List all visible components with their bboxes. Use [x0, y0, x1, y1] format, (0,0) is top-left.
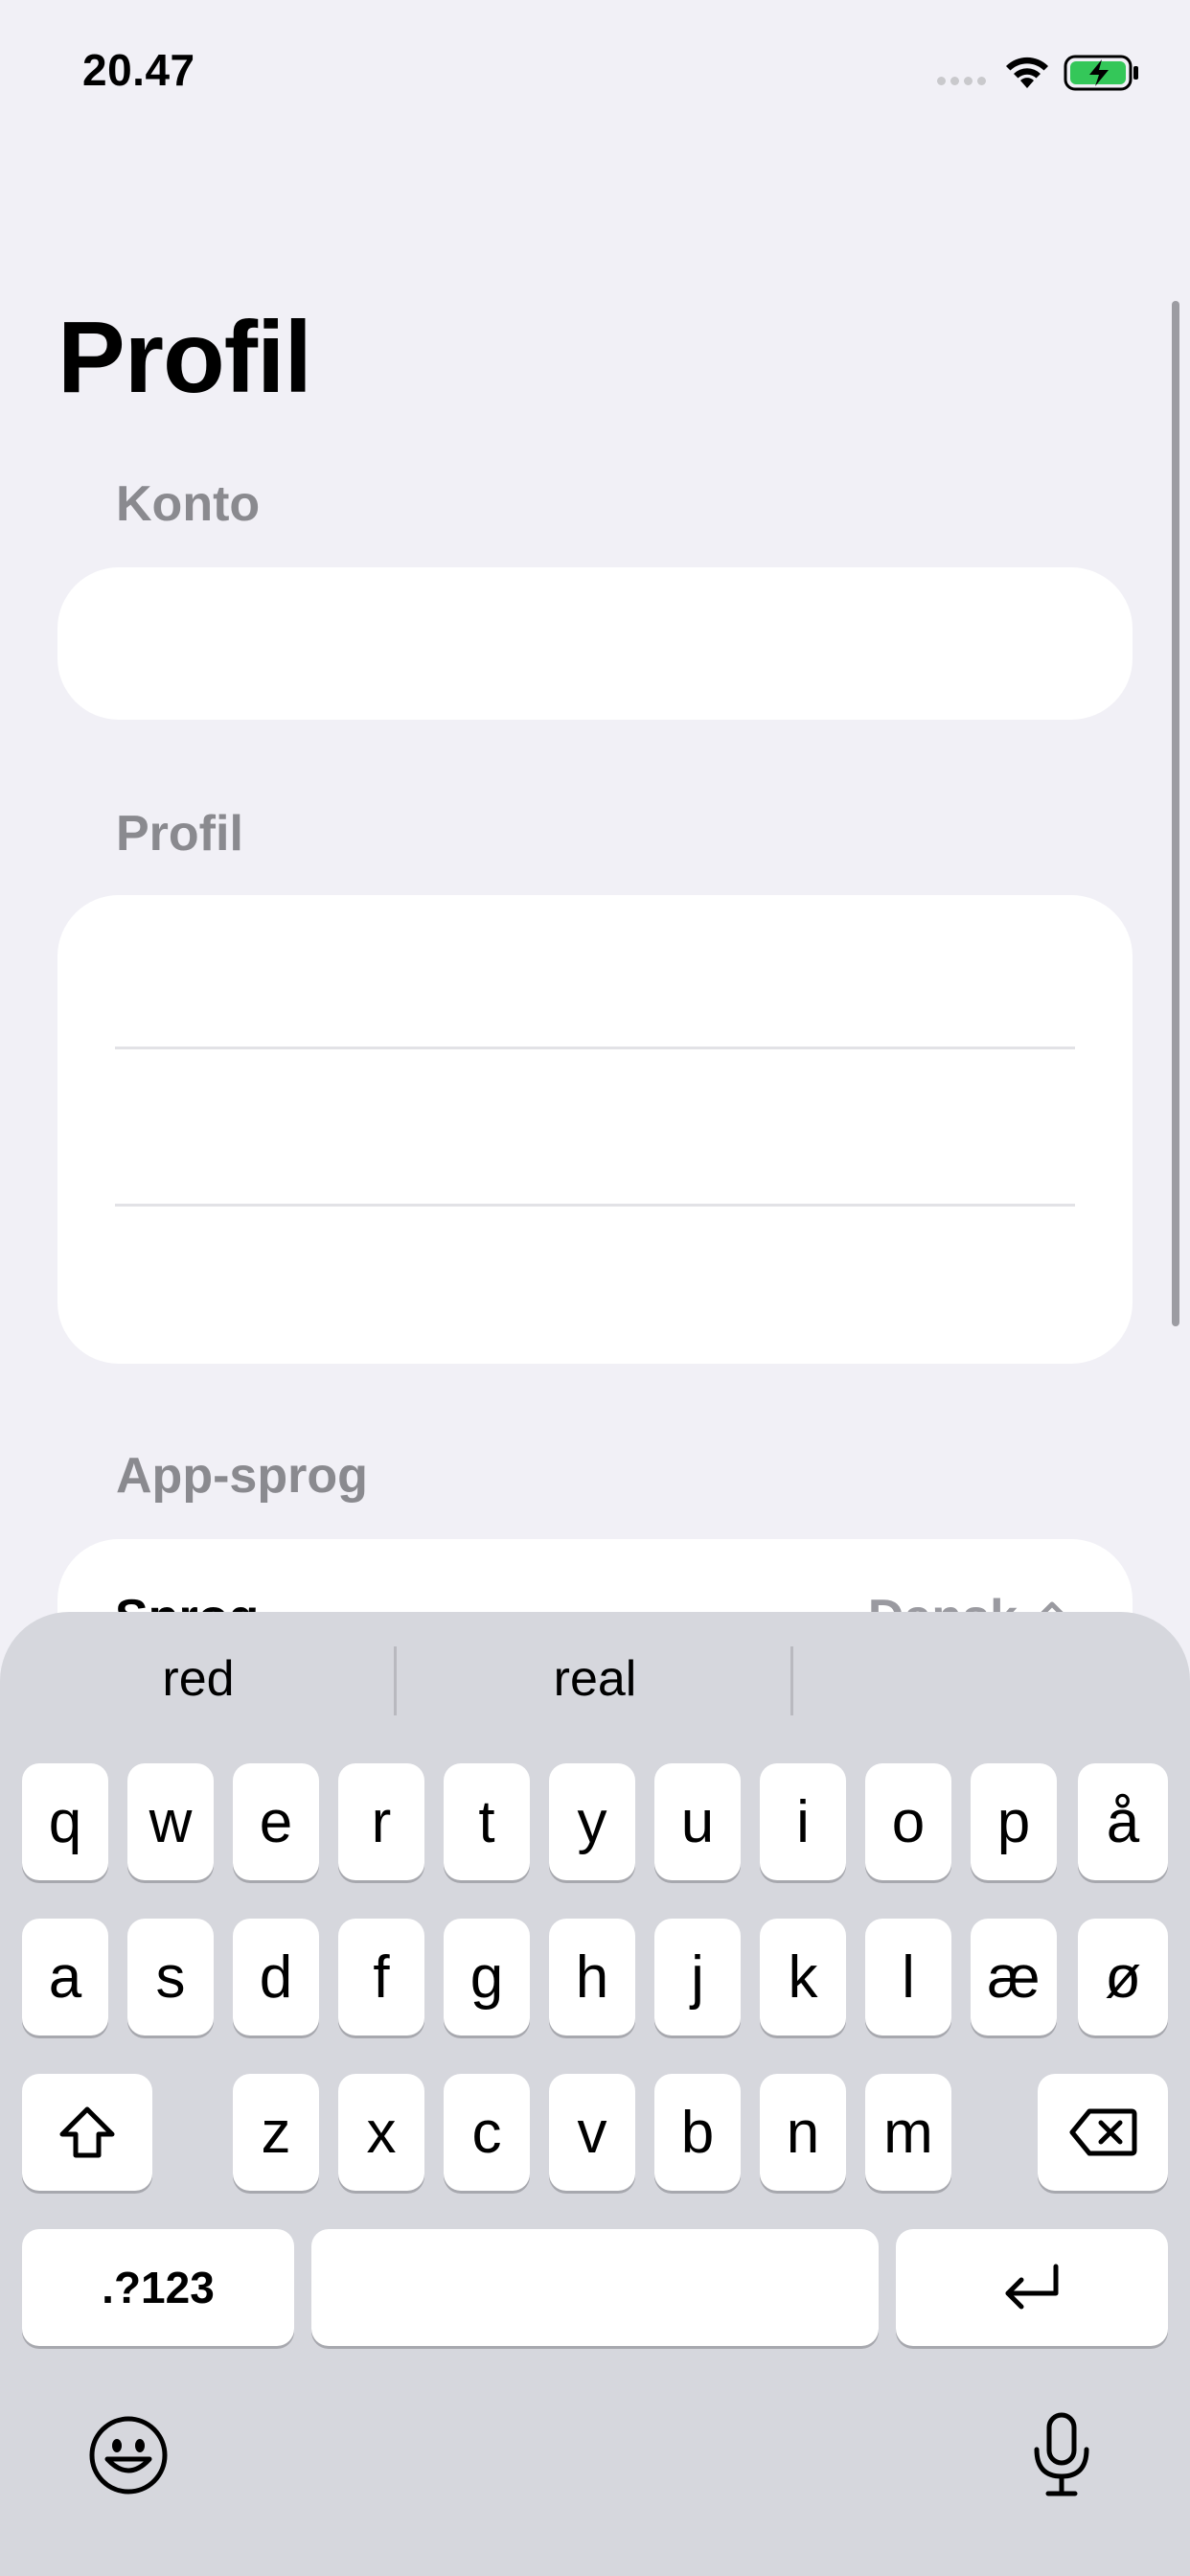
cellular-signal-icon — [937, 77, 986, 85]
key-k[interactable]: k — [760, 1919, 846, 2036]
battery-charging-icon — [1064, 55, 1138, 91]
key-l[interactable]: l — [865, 1919, 951, 2036]
key-aa[interactable]: å — [1078, 1763, 1168, 1880]
key-r[interactable]: r — [338, 1763, 424, 1880]
section-header-account: Konto — [116, 476, 261, 532]
key-s[interactable]: s — [127, 1919, 214, 2036]
shift-icon — [59, 2106, 115, 2158]
key-x[interactable]: x — [338, 2074, 424, 2191]
key-q[interactable]: q — [22, 1763, 108, 1880]
key-i[interactable]: i — [760, 1763, 846, 1880]
wifi-icon — [1006, 57, 1048, 88]
key-o[interactable]: o — [865, 1763, 951, 1880]
profile-card — [57, 895, 1133, 1364]
key-z[interactable]: z — [233, 2074, 319, 2191]
key-p[interactable]: p — [971, 1763, 1057, 1880]
row-separator — [115, 1204, 1075, 1207]
key-b[interactable]: b — [654, 2074, 741, 2191]
key-t[interactable]: t — [444, 1763, 530, 1880]
suggestion-divider — [790, 1646, 793, 1715]
suggestion-bar: red real — [0, 1612, 1190, 1746]
scroll-indicator[interactable] — [1172, 301, 1179, 1326]
suggestion-item[interactable]: red — [0, 1650, 397, 1708]
key-w[interactable]: w — [127, 1763, 214, 1880]
key-m[interactable]: m — [865, 2074, 951, 2191]
section-header-profile: Profil — [116, 806, 243, 862]
status-time: 20.47 — [82, 45, 195, 95]
space-key[interactable] — [311, 2229, 879, 2346]
delete-icon — [1069, 2108, 1137, 2156]
page-title: Profil — [57, 301, 312, 414]
key-u[interactable]: u — [654, 1763, 741, 1880]
key-f[interactable]: f — [338, 1919, 424, 2036]
key-e[interactable]: e — [233, 1763, 319, 1880]
numbers-key[interactable]: .?123 — [22, 2229, 294, 2346]
key-c[interactable]: c — [444, 2074, 530, 2191]
delete-key[interactable] — [1038, 2074, 1168, 2191]
key-oe[interactable]: ø — [1078, 1919, 1168, 2036]
key-j[interactable]: j — [654, 1919, 741, 2036]
key-g[interactable]: g — [444, 1919, 530, 2036]
row-separator — [115, 1046, 1075, 1049]
key-v[interactable]: v — [549, 2074, 635, 2191]
return-icon — [1005, 2264, 1059, 2310]
account-card[interactable] — [57, 567, 1133, 720]
key-a[interactable]: a — [22, 1919, 108, 2036]
shift-key[interactable] — [22, 2074, 152, 2191]
section-header-language: App-sprog — [116, 1448, 368, 1504]
emoji-icon[interactable] — [88, 2415, 169, 2496]
key-ae[interactable]: æ — [971, 1919, 1057, 2036]
suggestion-item[interactable]: real — [397, 1650, 793, 1708]
key-n[interactable]: n — [760, 2074, 846, 2191]
key-y[interactable]: y — [549, 1763, 635, 1880]
keyboard: red real q w e r t y u i o p å a s d f g… — [0, 1612, 1190, 2576]
return-key[interactable] — [896, 2229, 1168, 2346]
microphone-icon[interactable] — [1027, 2411, 1096, 2499]
key-d[interactable]: d — [233, 1919, 319, 2036]
key-h[interactable]: h — [549, 1919, 635, 2036]
